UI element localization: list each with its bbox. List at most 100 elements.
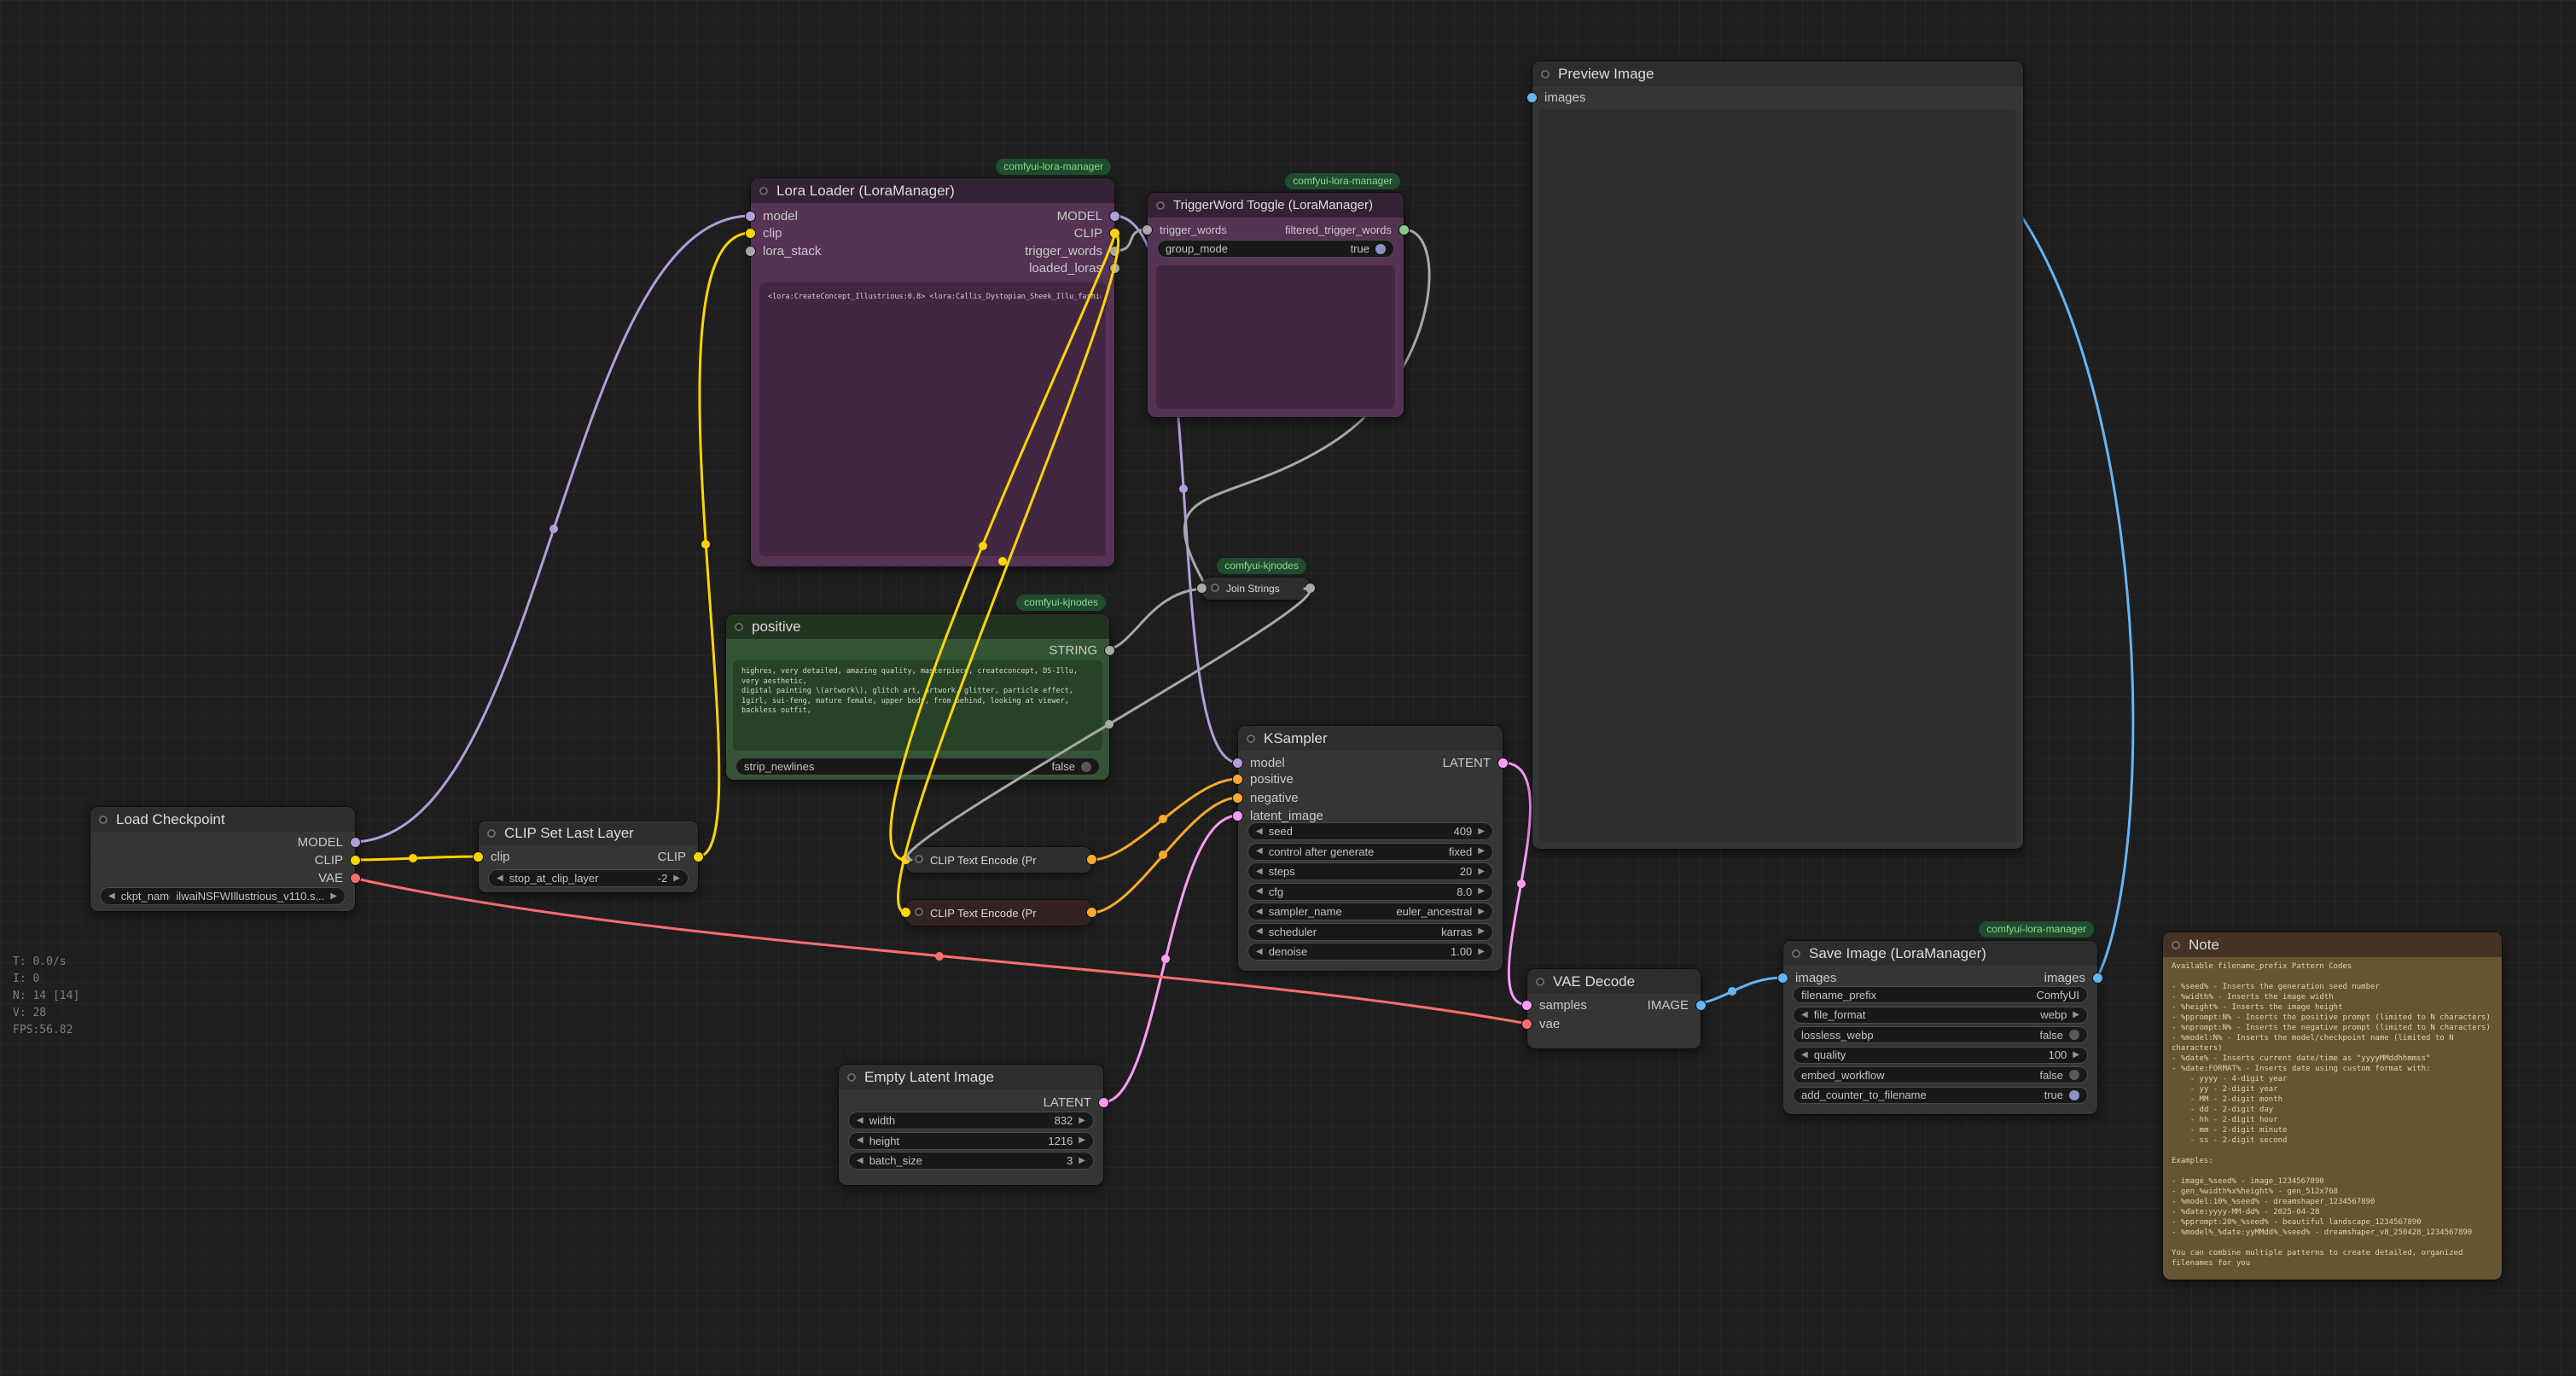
ckpt-name-widget[interactable]: ◀ ckpt_name ilwaiNSFWIllustrious_v110.s.…: [100, 887, 346, 905]
stop-at-clip-layer-widget[interactable]: ◀ stop_at_clip_layer -2 ▶: [488, 869, 689, 887]
left-arrow-icon[interactable]: ◀: [857, 1157, 864, 1165]
lossless-webp-toggle[interactable]: lossless_webp false: [1793, 1026, 2088, 1043]
input-slot-clip[interactable]: clip: [473, 848, 510, 865]
input-slot-vae[interactable]: vae: [1521, 1015, 1560, 1032]
node-title-bar[interactable]: CLIP Set Last Layer: [479, 821, 698, 845]
input-slot-images[interactable]: images: [1526, 89, 1585, 106]
clip-port[interactable]: [1109, 228, 1120, 239]
node-title-bar[interactable]: Load Checkpoint: [90, 807, 355, 832]
comfyui-canvas[interactable]: { "colors": { "model": "#B39DDB", "clip"…: [0, 0, 2576, 1376]
left-arrow-icon[interactable]: ◀: [1256, 908, 1263, 916]
node-empty-latent-image[interactable]: Empty Latent Image LATENT ◀ width 832 ▶ …: [839, 1065, 1103, 1185]
file-format-widget[interactable]: ◀ file_format webp ▶: [1793, 1007, 2088, 1024]
filename-prefix-widget[interactable]: filename_prefix ComfyUI: [1793, 986, 2088, 1003]
right-arrow-icon[interactable]: ▶: [1478, 847, 1485, 856]
collapsed-input-port[interactable]: [900, 907, 911, 918]
collapse-dot[interactable]: [1211, 583, 1219, 592]
latent-port[interactable]: [1098, 1097, 1109, 1108]
right-arrow-icon[interactable]: ▶: [1079, 1157, 1085, 1165]
seed-widget[interactable]: ◀ seed 409 ▶: [1247, 822, 1493, 840]
node-title-bar[interactable]: positive: [726, 614, 1109, 639]
collapsed-output-port[interactable]: [1086, 854, 1097, 865]
collapse-dot[interactable]: [1792, 949, 1800, 958]
collapse-dot[interactable]: [759, 187, 768, 195]
denoise-widget[interactable]: ◀ denoise 1.00 ▶: [1247, 943, 1493, 961]
output-slot-images[interactable]: images: [2044, 969, 2103, 986]
left-arrow-icon[interactable]: ◀: [1256, 827, 1263, 836]
filtered-trigger-words-port[interactable]: [1398, 224, 1410, 235]
quality-widget[interactable]: ◀ quality 100 ▶: [1793, 1047, 2088, 1064]
vae-port[interactable]: [350, 873, 361, 884]
control-after-generate-widget[interactable]: ◀ control after generate fixed ▶: [1247, 843, 1493, 861]
node-clip-text-encode-positive[interactable]: CLIP Text Encode (Pr: [906, 847, 1091, 873]
embed-workflow-toggle[interactable]: embed_workflow false: [1793, 1066, 2088, 1083]
collapse-dot[interactable]: [915, 855, 923, 863]
model-port[interactable]: [1109, 211, 1120, 222]
trigger-words-display-area[interactable]: [1156, 265, 1395, 409]
toggle-knob[interactable]: [1375, 244, 1386, 254]
node-vae-decode[interactable]: VAE Decode samples vae IMAGE: [1527, 969, 1701, 1048]
left-arrow-icon[interactable]: ◀: [857, 1117, 864, 1125]
collapse-dot[interactable]: [487, 829, 496, 838]
collapse-dot[interactable]: [1247, 734, 1255, 743]
node-preview-image[interactable]: Preview Image images: [1532, 61, 2023, 849]
collapse-dot[interactable]: [915, 908, 923, 916]
strip-newlines-toggle[interactable]: strip_newlines false: [736, 758, 1100, 775]
right-arrow-icon[interactable]: ▶: [1478, 927, 1485, 936]
node-title-bar[interactable]: TriggerWord Toggle (LoraManager): [1148, 193, 1404, 218]
node-join-strings[interactable]: comfyui-kjnodes Join Strings: [1202, 578, 1310, 600]
latent-port[interactable]: [1497, 758, 1509, 769]
node-note[interactable]: Note Available filename_prefix Pattern C…: [2163, 932, 2502, 1280]
input-slot-images[interactable]: images: [1777, 969, 1836, 986]
left-arrow-icon[interactable]: ◀: [1801, 1011, 1808, 1019]
output-slot-filtered-trigger-words[interactable]: filtered_trigger_words: [1285, 221, 1410, 238]
clip-port[interactable]: [693, 851, 704, 862]
lora-stack-port[interactable]: [745, 246, 756, 257]
collapsed-input-port[interactable]: [900, 854, 911, 865]
left-arrow-icon[interactable]: ◀: [497, 874, 503, 883]
left-arrow-icon[interactable]: ◀: [108, 892, 115, 901]
trigger-words-port[interactable]: [1109, 246, 1120, 257]
toggle-knob[interactable]: [2069, 1030, 2079, 1040]
node-title-bar[interactable]: Preview Image: [1532, 61, 2023, 86]
prompt-textarea[interactable]: highres, very detailed, amazing quality,…: [733, 660, 1102, 751]
collapse-dot[interactable]: [1156, 201, 1165, 210]
toggle-knob[interactable]: [2069, 1070, 2079, 1080]
node-ksampler[interactable]: KSampler model positive negative latent_…: [1238, 726, 1503, 971]
conditioning-port[interactable]: [1232, 793, 1243, 804]
loaded-loras-port[interactable]: [1109, 263, 1120, 274]
node-clip-text-encode-negative[interactable]: CLIP Text Encode (Pr: [906, 900, 1091, 926]
node-title-bar[interactable]: Note: [2163, 932, 2502, 957]
latent-port[interactable]: [1521, 1000, 1532, 1011]
clip-port[interactable]: [473, 851, 484, 862]
output-slot-vae[interactable]: VAE: [318, 869, 361, 886]
clip-port[interactable]: [745, 228, 756, 239]
image-port[interactable]: [1777, 972, 1788, 984]
output-slot-image[interactable]: IMAGE: [1648, 996, 1707, 1013]
collapse-dot[interactable]: [735, 623, 743, 631]
node-title-bar[interactable]: KSampler: [1238, 726, 1503, 751]
vae-port[interactable]: [1521, 1019, 1532, 1030]
left-arrow-icon[interactable]: ◀: [1256, 927, 1263, 936]
input-slot-samples[interactable]: samples: [1521, 996, 1587, 1013]
node-clip-set-last-layer[interactable]: CLIP Set Last Layer clip CLIP ◀ stop_at_…: [479, 821, 698, 892]
input-slot-model[interactable]: model: [745, 207, 798, 224]
node-triggerword-toggle[interactable]: comfyui-lora-manager TriggerWord Toggle …: [1148, 193, 1404, 417]
node-title-bar[interactable]: Lora Loader (LoraManager): [751, 178, 1114, 203]
lora-display-area[interactable]: <lora:CreateConcept_Illustrious:0.8> <lo…: [759, 282, 1106, 556]
output-slot-latent[interactable]: LATENT: [1044, 1094, 1109, 1111]
trigger-words-port[interactable]: [1142, 224, 1153, 235]
clip-port[interactable]: [350, 855, 361, 866]
string-port[interactable]: [1104, 645, 1115, 656]
group-mode-toggle[interactable]: group_mode true: [1157, 240, 1394, 258]
input-slot-positive[interactable]: positive: [1232, 770, 1294, 787]
node-positive-prompt[interactable]: comfyui-kjnodes positive STRING highres,…: [726, 614, 1109, 780]
model-port[interactable]: [745, 211, 756, 222]
collapsed-output-port[interactable]: [1305, 583, 1316, 594]
node-title-bar[interactable]: Empty Latent Image: [839, 1065, 1103, 1089]
collapsed-input-port[interactable]: [1196, 583, 1207, 594]
input-slot-model[interactable]: model: [1232, 754, 1285, 771]
right-arrow-icon[interactable]: ▶: [1478, 827, 1485, 836]
output-slot-trigger-words[interactable]: trigger_words: [1025, 242, 1120, 259]
collapsed-output-port[interactable]: [1086, 907, 1097, 918]
